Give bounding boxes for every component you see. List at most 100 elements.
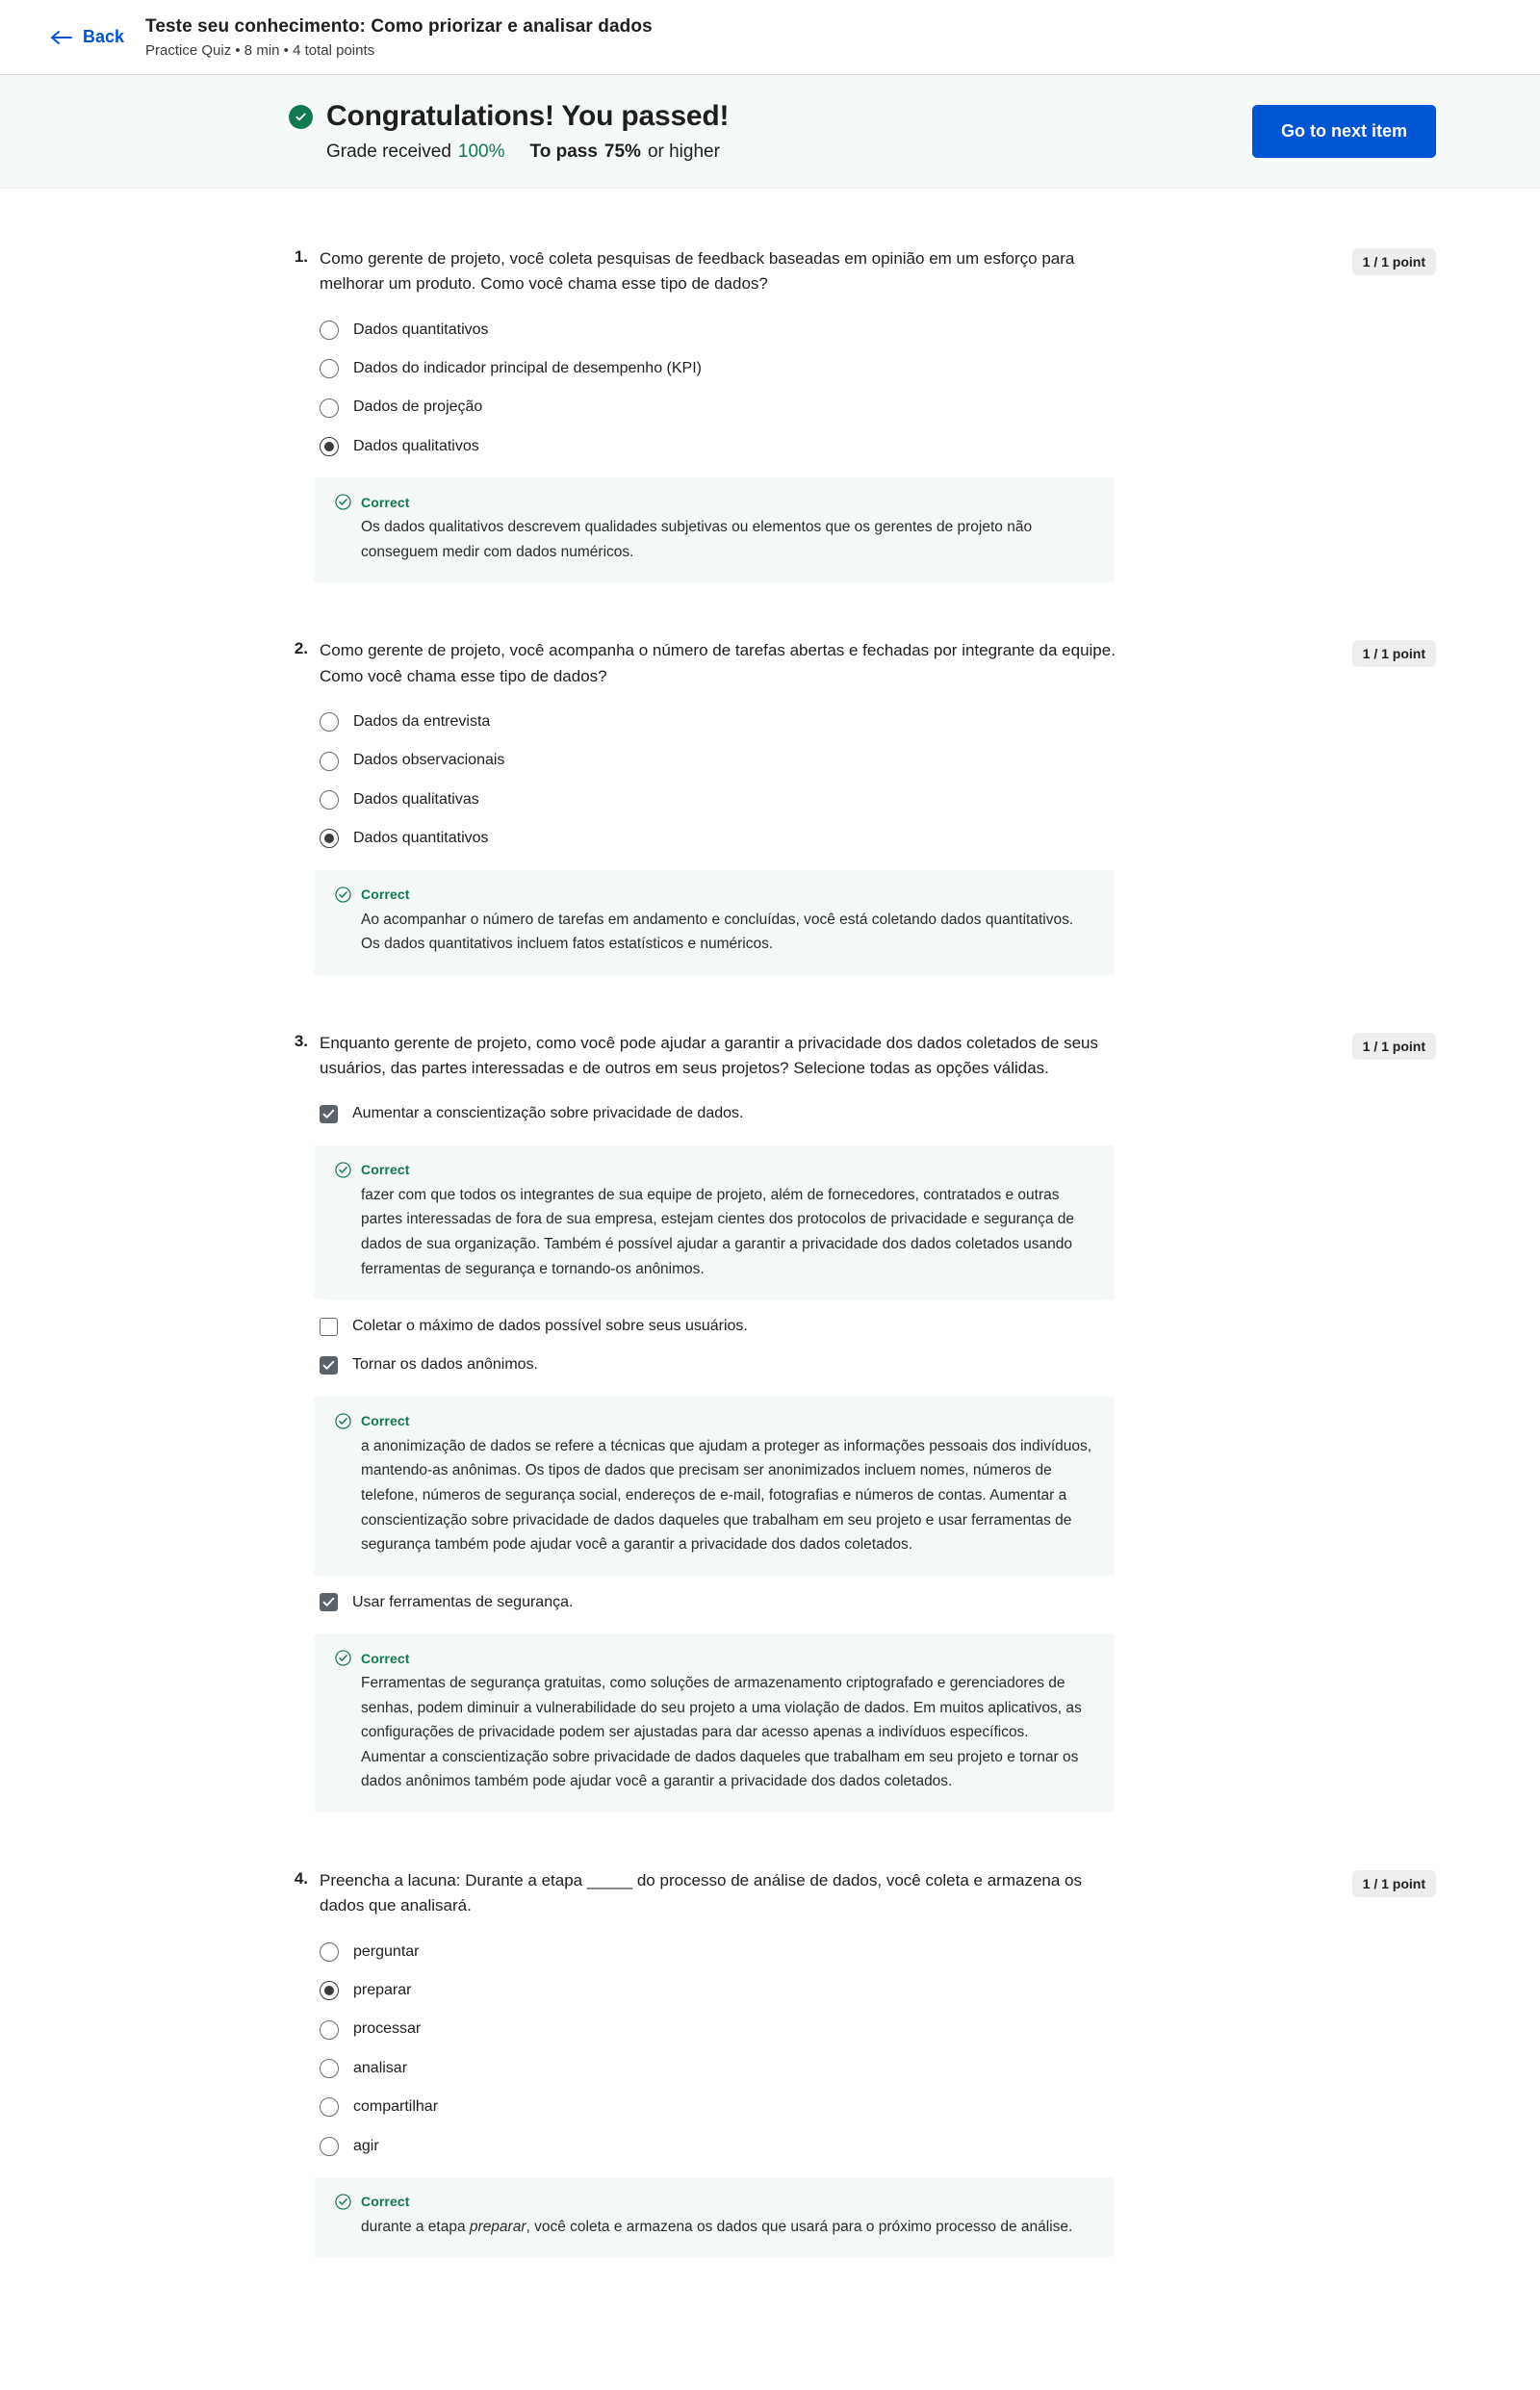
radio-icon-selected[interactable] <box>320 1981 339 2001</box>
back-button[interactable]: Back <box>50 27 145 47</box>
option-label: Dados do indicador principal de desempen… <box>353 360 702 377</box>
option-label: Dados qualitativas <box>353 790 479 808</box>
feedback-status-label: Correct <box>361 1413 410 1429</box>
radio-icon[interactable] <box>320 712 339 732</box>
radio-option-3[interactable]: Dados de projeção <box>320 388 1436 426</box>
check-circle-outline-icon <box>335 1413 351 1429</box>
radio-option-1[interactable]: perguntar <box>320 1933 1436 1971</box>
question-text: Preencha a lacuna: Durante a etapa _____… <box>320 1870 1082 1915</box>
option-label: compartilhar <box>353 2098 439 2116</box>
options-group: perguntar preparar processar analisar compar… <box>314 1933 1436 2258</box>
radio-icon-selected[interactable] <box>320 437 339 457</box>
radio-icon[interactable] <box>320 1941 339 1962</box>
option-label: Tornar os dados anônimos. <box>352 1356 538 1374</box>
radio-icon[interactable] <box>320 790 339 810</box>
option-label: Dados da entrevista <box>353 713 491 731</box>
option-label: Dados qualitativos <box>353 437 479 454</box>
radio-option-2[interactable]: Dados do indicador principal de desempen… <box>320 349 1436 388</box>
page-title: Teste seu conhecimento: Como priorizar e… <box>145 15 653 37</box>
question-1: 1. Como gerente de projeto, você coleta p… <box>0 246 1540 583</box>
check-circle-icon <box>289 104 313 129</box>
check-circle-outline-icon <box>335 494 351 510</box>
feedback-body: a anonimização de dados se refere a técn… <box>361 1437 1092 1554</box>
option-label: preparar <box>353 1981 412 1998</box>
radio-icon[interactable] <box>320 2058 339 2078</box>
checkbox-icon-checked[interactable] <box>320 1593 338 1612</box>
feedback-status-label: Correct <box>361 494 410 510</box>
options-group: Aumentar a conscientização sobre privaci… <box>314 1094 1436 1812</box>
grade-received-label: Grade received <box>326 141 451 162</box>
grade-received-value: 100% <box>457 141 505 162</box>
radio-option-6[interactable]: agir <box>320 2127 1436 2166</box>
question-2: 2. Como gerente de projeto, você acompanh… <box>0 638 1540 975</box>
option-label: Dados observacionais <box>353 752 505 769</box>
feedback-box: Correct durante a etapa preparar, você co… <box>314 2176 1115 2258</box>
radio-option-5[interactable]: compartilhar <box>320 2088 1436 2126</box>
check-circle-outline-icon <box>335 1650 351 1666</box>
congratulations-text: Congratulations! You passed! <box>326 100 730 132</box>
checkbox-icon-checked[interactable] <box>320 1105 338 1124</box>
radio-icon[interactable] <box>320 398 339 418</box>
radio-option-3[interactable]: Dados qualitativas <box>320 781 1436 819</box>
feedback-header: Correct <box>335 1162 1093 1178</box>
check-circle-outline-icon <box>335 2194 351 2210</box>
feedback-body: Ferramentas de segurança gratuitas, como… <box>361 1675 1082 1790</box>
option-label: analisar <box>353 2059 408 2076</box>
checkbox-icon[interactable] <box>320 1317 338 1336</box>
feedback-box: Correct a anonimização de dados se refere… <box>314 1396 1115 1576</box>
radio-option-4[interactable]: Dados qualitativos <box>320 427 1436 466</box>
checkbox-icon-checked[interactable] <box>320 1356 338 1375</box>
feedback-header: Correct <box>335 1650 1093 1666</box>
feedback-body: fazer com que todos os integrantes de su… <box>361 1186 1074 1277</box>
back-button-label: Back <box>83 27 125 46</box>
radio-option-3[interactable]: processar <box>320 2010 1436 2048</box>
checkbox-option-2[interactable]: Coletar o máximo de dados possível sobre… <box>320 1307 1436 1346</box>
feedback-box: Correct Ferramentas de segurança gratuita… <box>314 1633 1115 1812</box>
radio-icon[interactable] <box>320 320 339 340</box>
quiz-header-text: Teste seu conhecimento: Como priorizar e… <box>145 16 653 59</box>
options-group: Dados da entrevista Dados observacionais D… <box>314 703 1436 975</box>
radio-option-1[interactable]: Dados quantitativos <box>320 311 1436 349</box>
feedback-status-label: Correct <box>361 1162 410 1178</box>
radio-option-2[interactable]: preparar <box>320 1971 1436 2010</box>
question-number: 4. <box>294 1868 308 1888</box>
feedback-header: Correct <box>335 2194 1093 2210</box>
feedback-body: Os dados qualitativos descrevem qualidad… <box>361 519 1033 560</box>
option-label: Coletar o máximo de dados possível sobre… <box>352 1318 748 1335</box>
question-header: 1. Como gerente de projeto, você coleta p… <box>289 246 1436 297</box>
option-label: Dados quantitativos <box>353 321 489 338</box>
checkbox-option-3[interactable]: Tornar os dados anônimos. <box>320 1346 1436 1384</box>
radio-option-4[interactable]: Dados quantitativos <box>320 819 1436 858</box>
checkbox-option-4[interactable]: Usar ferramentas de segurança. <box>320 1583 1436 1622</box>
feedback-body: Ao acompanhar o número de tarefas em and… <box>361 911 1074 953</box>
radio-icon-selected[interactable] <box>320 829 339 849</box>
radio-option-1[interactable]: Dados da entrevista <box>320 703 1436 741</box>
check-circle-outline-icon <box>335 1162 351 1178</box>
check-circle-outline-icon <box>335 886 351 903</box>
feedback-body: durante a etapa preparar, você coleta e … <box>361 2218 1073 2235</box>
points-badge: 1 / 1 point <box>1351 1032 1436 1060</box>
feedback-box: Correct Ao acompanhar o número de tarefas… <box>314 869 1115 975</box>
radio-icon[interactable] <box>320 2019 339 2040</box>
radio-option-4[interactable]: analisar <box>320 2049 1436 2088</box>
options-group: Dados quantitativos Dados do indicador pr… <box>314 311 1436 583</box>
feedback-box: Correct fazer com que todos os integrante… <box>314 1144 1115 1300</box>
feedback-status-label: Correct <box>361 1650 410 1666</box>
points-badge: 1 / 1 point <box>1351 1869 1436 1897</box>
radio-icon[interactable] <box>320 2136 339 2156</box>
option-label: Dados quantitativos <box>353 830 489 847</box>
go-to-next-item-button[interactable]: Go to next item <box>1251 105 1436 158</box>
radio-icon[interactable] <box>320 751 339 771</box>
radio-option-2[interactable]: Dados observacionais <box>320 741 1436 780</box>
question-number: 1. <box>294 247 308 266</box>
question-header: 4. Preencha a lacuna: Durante a etapa ___… <box>289 1868 1436 1919</box>
radio-icon[interactable] <box>320 2097 339 2118</box>
points-badge: 1 / 1 point <box>1351 640 1436 668</box>
checkbox-option-1[interactable]: Aumentar a conscientização sobre privaci… <box>320 1094 1436 1133</box>
feedback-header: Correct <box>335 1413 1093 1429</box>
top-bar: Back Teste seu conhecimento: Como priori… <box>0 0 1540 75</box>
question-4: 4. Preencha a lacuna: Durante a etapa ___… <box>0 1868 1540 2258</box>
option-label: Dados de projeção <box>353 398 483 416</box>
radio-icon[interactable] <box>320 359 339 379</box>
feedback-header: Correct <box>335 494 1093 510</box>
